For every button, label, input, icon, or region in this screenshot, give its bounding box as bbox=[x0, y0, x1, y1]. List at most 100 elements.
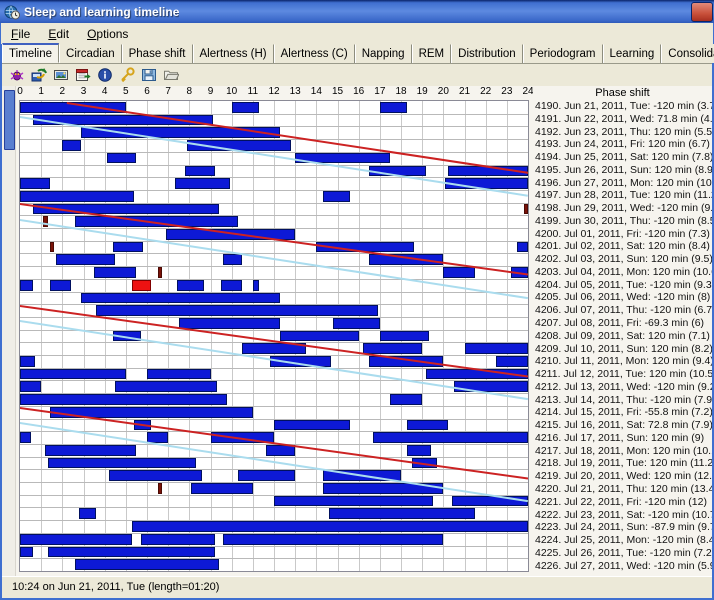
list-item[interactable]: 4199. Jun 30, 2011, Thu: -120 min (8.5) bbox=[533, 215, 712, 228]
sleep-block[interactable] bbox=[185, 166, 215, 177]
sleep-block[interactable] bbox=[363, 343, 422, 354]
sleep-block[interactable] bbox=[48, 547, 215, 558]
sleep-block[interactable] bbox=[132, 521, 528, 532]
sleep-block[interactable] bbox=[20, 394, 227, 405]
sleep-block[interactable] bbox=[20, 432, 31, 443]
list-item[interactable]: 4197. Jun 28, 2011, Tue: 120 min (11.2) bbox=[533, 189, 712, 202]
sleep-block[interactable] bbox=[20, 381, 41, 392]
calendar-export-icon[interactable] bbox=[73, 66, 92, 84]
list-item[interactable]: 4198. Jun 29, 2011, Wed: -120 min (9.8) bbox=[533, 202, 712, 215]
sleep-block[interactable] bbox=[191, 483, 252, 494]
sleep-block[interactable] bbox=[274, 496, 433, 507]
list-item[interactable]: 4196. Jun 27, 2011, Mon: 120 min (10.1) bbox=[533, 177, 712, 190]
sleep-block[interactable] bbox=[115, 381, 217, 392]
tab-distribution[interactable]: Distribution bbox=[451, 44, 523, 63]
sleep-block[interactable] bbox=[280, 331, 358, 342]
sleep-block[interactable] bbox=[20, 369, 126, 380]
list-item[interactable]: 4217. Jul 18, 2011, Mon: 120 min (10.1) bbox=[533, 445, 712, 458]
tab-timeline[interactable]: Timeline bbox=[2, 43, 59, 63]
sleep-block[interactable] bbox=[333, 318, 380, 329]
list-item[interactable]: 4222. Jul 23, 2011, Sat: -120 min (10.7) bbox=[533, 509, 712, 522]
list-item[interactable]: 4212. Jul 13, 2011, Wed: -120 min (9.2) bbox=[533, 381, 712, 394]
sleep-block[interactable] bbox=[158, 267, 162, 278]
sleep-block[interactable] bbox=[179, 318, 281, 329]
list-item[interactable]: 4216. Jul 17, 2011, Sun: 120 min (9) bbox=[533, 432, 712, 445]
sleep-block[interactable] bbox=[107, 153, 137, 164]
list-item[interactable]: 4201. Jul 02, 2011, Sat: 120 min (8.4) bbox=[533, 240, 712, 253]
sleep-block[interactable] bbox=[380, 331, 429, 342]
list-item[interactable]: 4219. Jul 20, 2011, Wed: 120 min (12.3) bbox=[533, 470, 712, 483]
sleep-block[interactable] bbox=[20, 178, 50, 189]
save-icon[interactable] bbox=[139, 66, 158, 84]
sleep-block[interactable] bbox=[177, 280, 205, 291]
open-folder-icon[interactable] bbox=[161, 66, 180, 84]
sleep-block[interactable] bbox=[45, 445, 136, 456]
list-item[interactable]: 4223. Jul 24, 2011, Sun: -87.9 min (9.7) bbox=[533, 521, 712, 534]
list-item[interactable]: 4193. Jun 24, 2011, Fri: 120 min (6.7) bbox=[533, 138, 712, 151]
list-item[interactable]: 4221. Jul 22, 2011, Fri: -120 min (12) bbox=[533, 496, 712, 509]
list-item[interactable]: 4190. Jun 21, 2011, Tue: -120 min (3.7) bbox=[533, 100, 712, 113]
sleep-block[interactable] bbox=[113, 242, 143, 253]
list-item[interactable]: 4209. Jul 10, 2011, Sun: 120 min (8.2) bbox=[533, 343, 712, 356]
sleep-block[interactable] bbox=[373, 432, 528, 443]
list-item[interactable]: 4211. Jul 12, 2011, Tue: 120 min (10.5) bbox=[533, 368, 712, 381]
sleep-block[interactable] bbox=[465, 343, 529, 354]
sleep-block[interactable] bbox=[109, 470, 202, 481]
vertical-scrollbar[interactable] bbox=[2, 86, 16, 576]
list-item[interactable]: 4218. Jul 19, 2011, Tue: 120 min (11.2) bbox=[533, 457, 712, 470]
list-item[interactable]: 4220. Jul 21, 2011, Thu: 120 min (13.4) bbox=[533, 483, 712, 496]
sleep-block[interactable] bbox=[390, 394, 422, 405]
list-item[interactable]: 4214. Jul 15, 2011, Fri: -55.8 min (7.2) bbox=[533, 406, 712, 419]
sleep-block[interactable] bbox=[223, 534, 443, 545]
list-item[interactable]: 4226. Jul 27, 2011, Wed: -120 min (5.9) bbox=[533, 560, 712, 573]
sleep-block[interactable] bbox=[274, 420, 350, 431]
scrollbar-thumb[interactable] bbox=[4, 90, 15, 150]
sleep-block[interactable] bbox=[20, 191, 134, 202]
list-item[interactable]: 4191. Jun 22, 2011, Wed: 71.8 min (4.4) bbox=[533, 113, 712, 126]
menu-file[interactable]: File bbox=[3, 25, 38, 43]
tab-rem[interactable]: REM bbox=[412, 44, 452, 63]
sleep-block[interactable] bbox=[48, 458, 196, 469]
info-icon[interactable] bbox=[95, 66, 114, 84]
sleep-block[interactable] bbox=[20, 534, 132, 545]
list-item[interactable]: 4200. Jul 01, 2011, Fri: -120 min (7.3) bbox=[533, 228, 712, 241]
sleep-block[interactable] bbox=[238, 470, 295, 481]
tab-circadian[interactable]: Circadian bbox=[59, 44, 122, 63]
menu-edit[interactable]: Edit bbox=[40, 25, 77, 43]
close-button[interactable] bbox=[691, 2, 713, 22]
sleep-block[interactable] bbox=[75, 559, 219, 570]
list-item[interactable]: 4202. Jul 03, 2011, Sun: 120 min (9.5) bbox=[533, 253, 712, 266]
sleep-block[interactable] bbox=[175, 178, 230, 189]
list-item[interactable]: 4225. Jul 26, 2011, Tue: -120 min (7.2) bbox=[533, 547, 712, 560]
sleep-block[interactable] bbox=[517, 242, 528, 253]
sleep-block[interactable] bbox=[223, 254, 242, 265]
list-item[interactable]: 4203. Jul 04, 2011, Mon: 120 min (10.6) bbox=[533, 266, 712, 279]
sleep-block[interactable] bbox=[407, 420, 447, 431]
sleep-block[interactable] bbox=[20, 547, 33, 558]
list-item[interactable]: 4195. Jun 26, 2011, Sun: 120 min (8.9) bbox=[533, 164, 712, 177]
sleep-block[interactable] bbox=[496, 356, 528, 367]
list-item[interactable]: 4207. Jul 08, 2011, Fri: -69.3 min (6) bbox=[533, 317, 712, 330]
sleep-block[interactable] bbox=[443, 267, 475, 278]
tab-phase-shift[interactable]: Phase shift bbox=[122, 44, 193, 63]
sleep-block[interactable] bbox=[524, 204, 528, 215]
sleep-block[interactable] bbox=[221, 280, 242, 291]
sleep-block[interactable] bbox=[56, 254, 115, 265]
list-item[interactable]: 4204. Jul 05, 2011, Tue: -120 min (9.3) bbox=[533, 279, 712, 292]
sleep-block[interactable] bbox=[20, 280, 33, 291]
list-item[interactable]: 4194. Jun 25, 2011, Sat: 120 min (7.8) bbox=[533, 151, 712, 164]
sleep-block[interactable] bbox=[407, 445, 430, 456]
sleep-block[interactable] bbox=[50, 242, 54, 253]
list-item[interactable]: 4215. Jul 16, 2011, Sat: 72.8 min (7.9) bbox=[533, 419, 712, 432]
tab-learning[interactable]: Learning bbox=[603, 44, 662, 63]
tab-consolidation[interactable]: Consolidation bbox=[661, 44, 714, 63]
list-item[interactable]: 4206. Jul 07, 2011, Thu: -120 min (6.7) bbox=[533, 304, 712, 317]
tab-alertness-h[interactable]: Alertness (H) bbox=[193, 44, 274, 63]
tab-periodogram[interactable]: Periodogram bbox=[523, 44, 603, 63]
list-item[interactable]: 4192. Jun 23, 2011, Thu: 120 min (5.5) bbox=[533, 126, 712, 139]
sleep-block[interactable] bbox=[323, 191, 351, 202]
sleep-block[interactable] bbox=[43, 216, 47, 227]
sleep-block[interactable] bbox=[147, 369, 211, 380]
refresh-sync-icon[interactable] bbox=[29, 66, 48, 84]
sleep-block[interactable] bbox=[20, 356, 35, 367]
